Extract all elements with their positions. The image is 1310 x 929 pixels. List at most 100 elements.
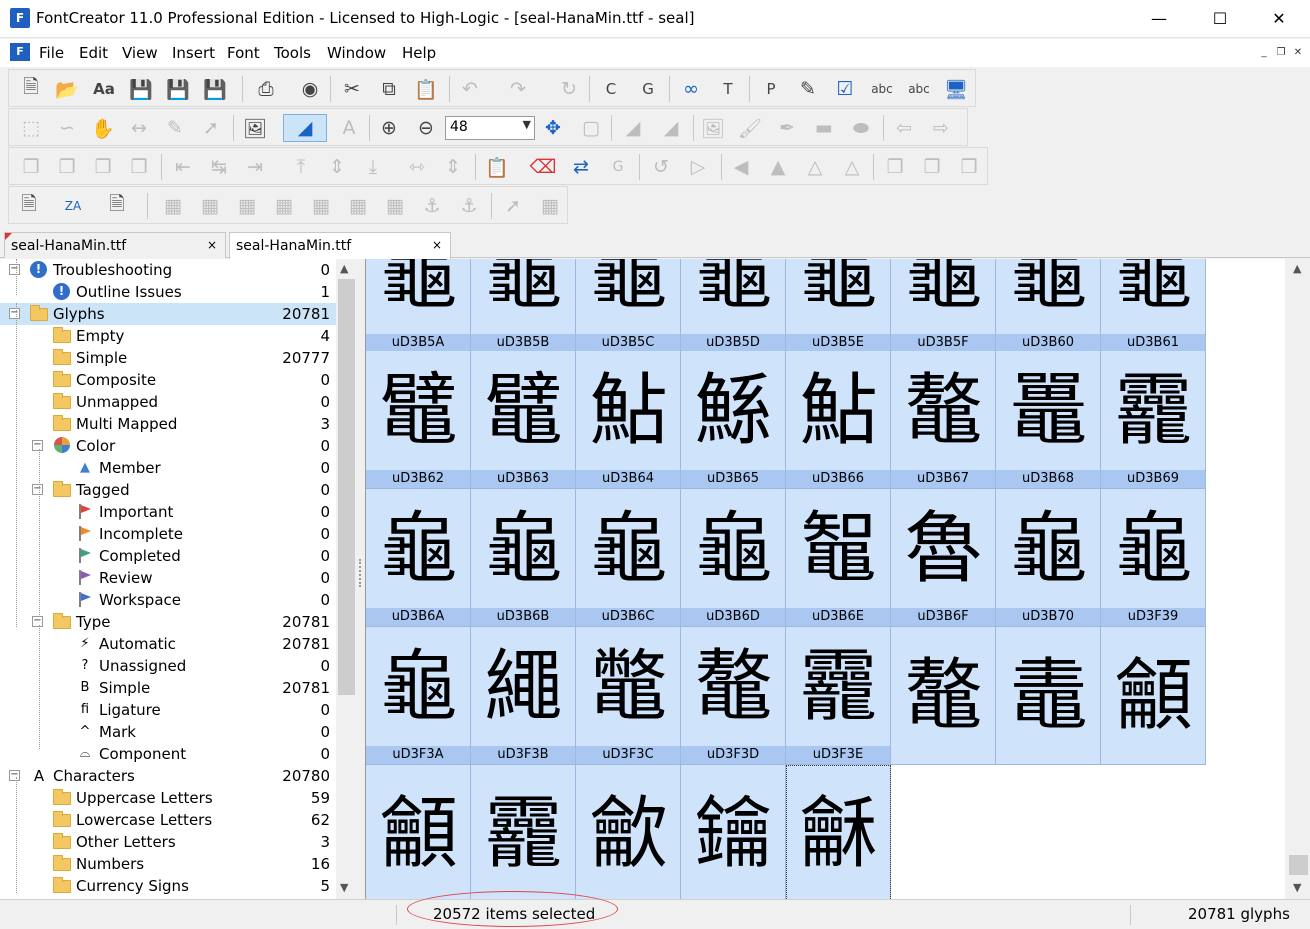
intersect-icon[interactable]: ❐ xyxy=(918,153,946,181)
zoom-out-icon[interactable]: ⊖ xyxy=(412,114,440,142)
glyph-cell[interactable]: 龜 uD3F3A xyxy=(366,627,471,765)
back-icon[interactable]: ⇦ xyxy=(890,114,918,142)
glyph-cell[interactable]: 龗 uD3F3E xyxy=(786,627,891,765)
align-top-icon[interactable]: ⤒ xyxy=(287,153,315,181)
collapse-icon[interactable]: − xyxy=(32,484,43,495)
close-button[interactable]: ✕ xyxy=(1256,0,1302,38)
tree-scroll-thumb[interactable] xyxy=(338,279,355,695)
tree-item[interactable]: − Type 20781 xyxy=(0,611,336,633)
glyph-cell[interactable]: 鼉 uD3B68 xyxy=(996,351,1101,489)
glyph-cell[interactable]: 鼊 uD3B62 xyxy=(366,351,471,489)
glyph-icon[interactable]: G xyxy=(604,153,632,181)
glyph-cell[interactable]: 龗 uD3B69 xyxy=(1101,351,1206,489)
fit-icon[interactable]: ✥ xyxy=(539,114,567,142)
select-icon[interactable]: ⬚ xyxy=(17,114,45,142)
anchor-add-icon[interactable]: ⚓ xyxy=(455,192,483,220)
tree-scrollbar[interactable]: ▲ ▼ xyxy=(336,259,357,899)
glyph-cell[interactable]: 龜 uD3B61 xyxy=(1101,259,1206,353)
tree-item[interactable]: ⚡ Automatic 20781 xyxy=(0,633,336,655)
save-all-icon[interactable]: 💾 xyxy=(164,75,192,103)
glyph-cell[interactable]: 龜 uD3B5F xyxy=(891,259,996,353)
hand-icon[interactable]: ✋ xyxy=(89,114,117,142)
link-icon[interactable]: ∞ xyxy=(677,75,705,103)
tree-item[interactable]: Completed 0 xyxy=(0,545,336,567)
glyph-cell[interactable]: 鑰 xyxy=(681,765,786,899)
transform-icon[interactable]: T xyxy=(714,75,742,103)
image-icon[interactable]: 🖼 xyxy=(241,114,269,142)
glyph-cell[interactable]: 龗 xyxy=(471,765,576,899)
zoom-in-icon[interactable]: ⊕ xyxy=(375,114,403,142)
save-as-icon[interactable]: 💾 xyxy=(201,75,229,103)
tree-item[interactable]: Empty 4 xyxy=(0,325,336,347)
document-icon[interactable]: F xyxy=(10,43,30,61)
mdi-minimize-button[interactable]: _ xyxy=(1257,47,1271,61)
fill-icon[interactable]: ◢ xyxy=(283,114,327,142)
spell-web-icon[interactable]: abc xyxy=(905,75,933,103)
insert-character-icon[interactable]: C xyxy=(597,75,625,103)
tree-item[interactable]: − A Characters 20780 xyxy=(0,765,336,787)
swap-icon[interactable]: ⇄ xyxy=(567,153,595,181)
grid-scroll-thumb[interactable] xyxy=(1289,855,1308,875)
tree-item[interactable]: Simple 20777 xyxy=(0,347,336,369)
minimize-button[interactable]: — xyxy=(1136,0,1182,38)
triangle-mirror-icon[interactable]: △ xyxy=(801,153,829,181)
tree-item[interactable]: Important 0 xyxy=(0,501,336,523)
collapse-icon[interactable]: − xyxy=(9,770,20,781)
menu-font[interactable]: Font xyxy=(227,44,260,62)
align-center-icon[interactable]: ↹ xyxy=(205,153,233,181)
scroll-up-icon[interactable]: ▲ xyxy=(340,262,348,275)
tree-item[interactable]: Review 0 xyxy=(0,567,336,589)
grid-f-icon[interactable]: ▦ xyxy=(344,192,372,220)
union-icon[interactable]: ❐ xyxy=(881,153,909,181)
tree-item[interactable]: −! Troubleshooting 0 xyxy=(0,259,336,281)
align-bottom-icon[interactable]: ⤓ xyxy=(359,153,387,181)
path-icon[interactable]: ➚ xyxy=(499,192,527,220)
collapse-icon[interactable]: − xyxy=(32,616,43,627)
tree-item[interactable]: Multi Mapped 3 xyxy=(0,413,336,435)
grid-scrollbar[interactable]: ▲ ▼ xyxy=(1287,259,1310,899)
glyph-cell[interactable]: 龜 uD3B70 xyxy=(996,489,1101,627)
tree-item[interactable]: ▲ Member 0 xyxy=(0,457,336,479)
tree-item[interactable]: Unmapped 0 xyxy=(0,391,336,413)
rotate-icon[interactable]: ↺ xyxy=(647,153,675,181)
tree-item[interactable]: ! Outline Issues 1 xyxy=(0,281,336,303)
clipboard-icon[interactable]: 📋 xyxy=(483,153,511,181)
glyph-cell[interactable]: 鼊 uD3B63 xyxy=(471,351,576,489)
redo-icon[interactable]: ↷ xyxy=(504,75,532,103)
glyph-cell[interactable]: 龡 xyxy=(576,765,681,899)
glyph-cell[interactable]: 鼇 xyxy=(891,627,996,765)
properties-icon[interactable]: P xyxy=(757,75,785,103)
glyph-cell[interactable]: 龜 uD3B5E xyxy=(786,259,891,353)
tree-item[interactable]: ⌓ Component 0 xyxy=(0,743,336,765)
glyph-cell[interactable]: 鮎 uD3B64 xyxy=(576,351,681,489)
menu-file[interactable]: File xyxy=(39,44,64,62)
distribute-h-icon[interactable]: ⇿ xyxy=(403,153,431,181)
triangle-left-icon[interactable]: ◀ xyxy=(727,153,755,181)
glyph-cell[interactable]: 龥 xyxy=(366,765,471,899)
tree-item[interactable]: B Simple 20781 xyxy=(0,677,336,699)
tree-item[interactable]: ^ Mark 0 xyxy=(0,721,336,743)
glyph-cell[interactable]: 龜 uD3B6A xyxy=(366,489,471,627)
menu-help[interactable]: Help xyxy=(402,44,436,62)
glyph-cell[interactable]: 龜 uD3B5C xyxy=(576,259,681,353)
scroll-down-icon[interactable]: ▼ xyxy=(1293,881,1301,894)
glyph-cell[interactable]: 龜 uD3B6C xyxy=(576,489,681,627)
save-icon[interactable]: 💾 xyxy=(127,75,155,103)
cut-icon[interactable]: ✂ xyxy=(338,75,366,103)
eraser-icon[interactable]: ⌫ xyxy=(529,153,557,181)
tree-item[interactable]: − Color 0 xyxy=(0,435,336,457)
glyph-cell[interactable]: 龜 uD3B6B xyxy=(471,489,576,627)
glyph-cell[interactable]: 龜 uD3B5A xyxy=(366,259,471,353)
glyph-cell[interactable]: 龜 uD3B5B xyxy=(471,259,576,353)
tree-item[interactable]: Lowercase Letters 62 xyxy=(0,809,336,831)
ellipse-icon[interactable]: ⬬ xyxy=(847,114,875,142)
triangle-up-icon[interactable]: ▲ xyxy=(764,153,792,181)
collapse-icon[interactable]: − xyxy=(9,308,20,319)
collapse-icon[interactable]: − xyxy=(32,440,43,451)
new-glyph-icon[interactable]: 🗎 xyxy=(15,192,43,220)
glyph-cell[interactable]: 鯀 uD3B65 xyxy=(681,351,786,489)
edit-icon[interactable]: ✎ xyxy=(794,75,822,103)
glyph-cell[interactable]: 鼇 uD3B67 xyxy=(891,351,996,489)
glyph-cell[interactable]: 鼅 uD3B6E xyxy=(786,489,891,627)
maximize-button[interactable]: ☐ xyxy=(1197,0,1243,38)
